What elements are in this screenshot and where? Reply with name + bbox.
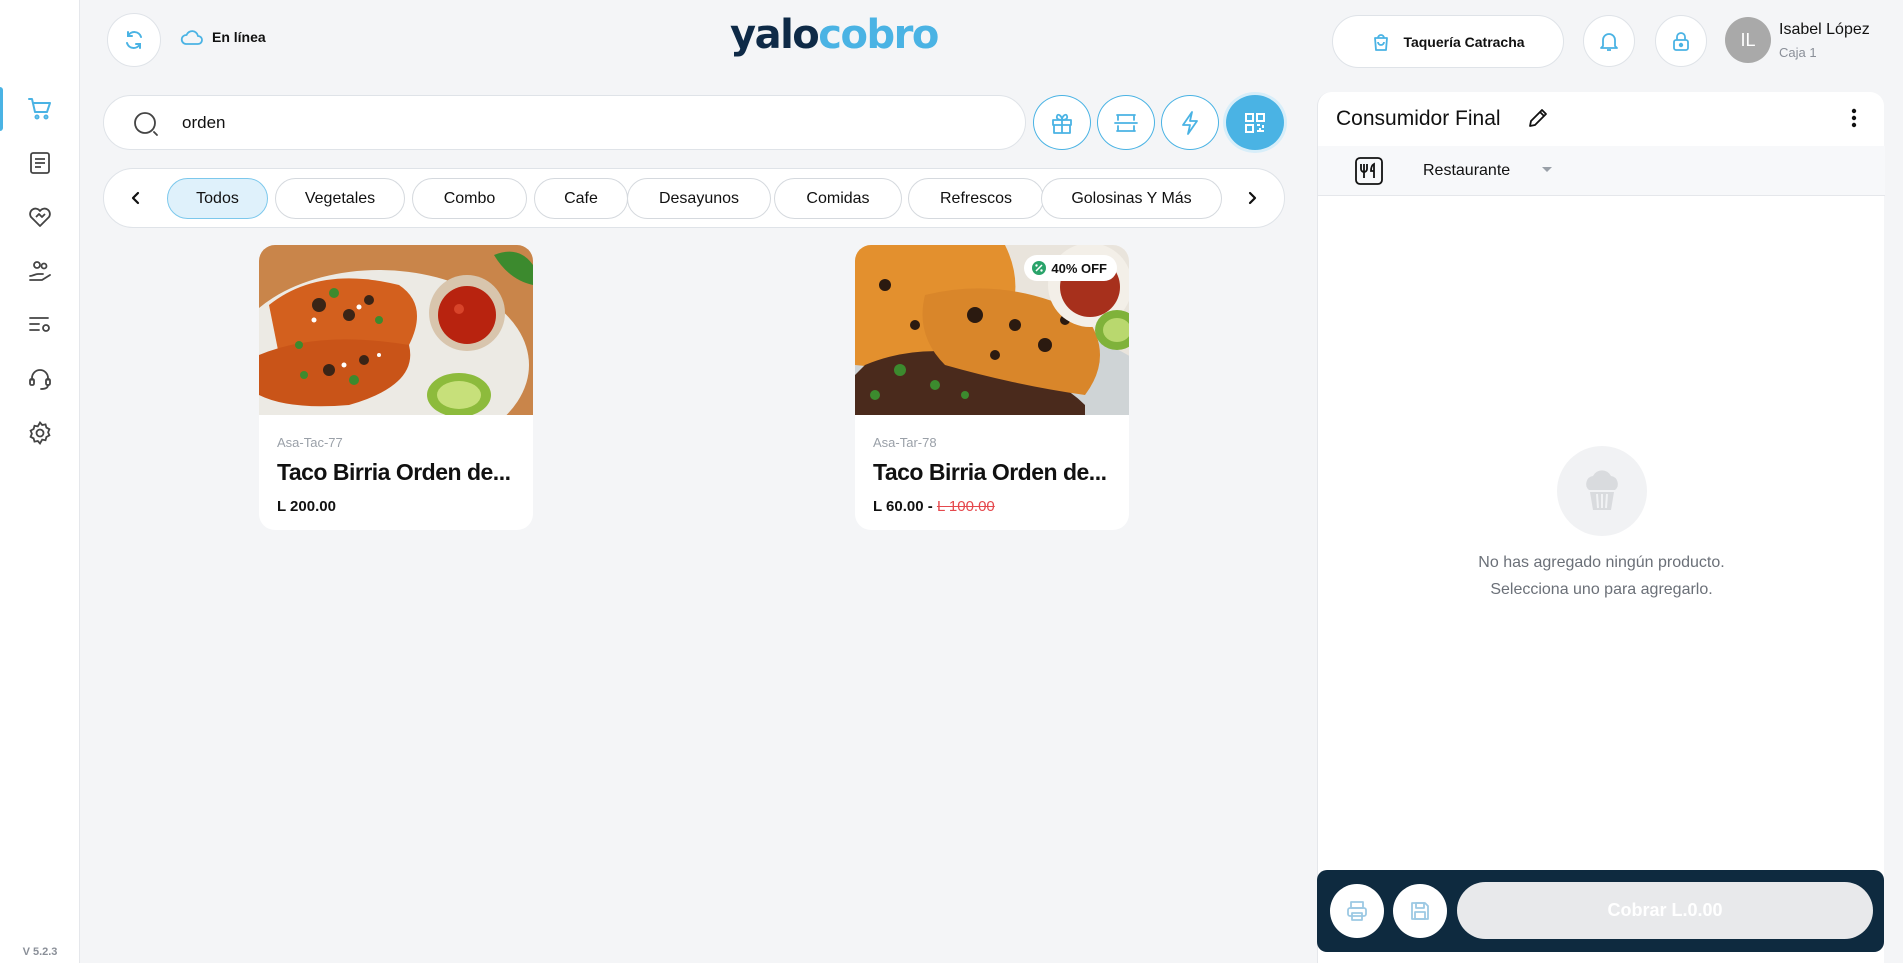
product-name: Taco Birria Orden de... <box>873 459 1107 485</box>
categories-prev-button[interactable] <box>119 181 153 215</box>
sidebar: V 5.2.3 <box>0 0 80 963</box>
product-card[interactable]: 40% OFF Asa-Tar-78 Taco Birria Orden de.… <box>855 245 1129 530</box>
order-panel: Consumidor Final Restaurante No has agre… <box>1317 92 1885 963</box>
customer-name: Consumidor Final <box>1336 107 1501 130</box>
sidebar-item-customers[interactable] <box>0 249 80 293</box>
product-name: Taco Birria Orden de... <box>277 459 511 485</box>
categories-next-button[interactable] <box>1235 181 1269 215</box>
cupcake-icon <box>1586 470 1618 510</box>
grid-view-button[interactable] <box>1226 95 1284 150</box>
product-image: 40% OFF <box>855 245 1129 415</box>
percent-icon <box>1032 261 1047 275</box>
sidebar-item-cart[interactable] <box>0 87 80 131</box>
checkout-footer: Cobrar L.0.00 <box>1317 870 1884 952</box>
sidebar-item-loyalty[interactable] <box>0 195 80 239</box>
loyalty-heart-icon <box>29 207 51 227</box>
notifications-button[interactable] <box>1583 15 1635 67</box>
connection-status: En línea <box>180 28 266 46</box>
gift-icon <box>1052 113 1072 134</box>
chevron-right-icon <box>1248 191 1257 205</box>
lock-icon <box>1673 32 1689 51</box>
product-price: L 60.00 - L 100.00 <box>873 498 995 515</box>
order-type-label: Restaurante <box>1423 162 1511 179</box>
category-chip-combo[interactable]: Combo <box>412 178 527 219</box>
product-old-price: L 100.00 <box>936 498 995 515</box>
product-image <box>259 245 533 415</box>
store-selector-button[interactable]: Taquería Catracha <box>1332 15 1564 68</box>
sync-icon <box>126 31 142 49</box>
version-label: V 5.2.3 <box>22 946 58 958</box>
chevron-left-icon <box>131 191 140 205</box>
store-name: Taquería Catracha <box>1403 33 1525 50</box>
product-price: L 200.00 <box>277 498 336 515</box>
quick-action-button[interactable] <box>1161 95 1219 150</box>
status-text: En línea <box>212 29 266 45</box>
category-chip-vegetales[interactable]: Vegetales <box>275 178 405 219</box>
search-icon <box>134 112 158 136</box>
barcode-scan-icon <box>1114 113 1138 132</box>
more-options-button[interactable] <box>1848 106 1860 135</box>
category-bar: Todos Vegetales Combo Cafe Desayunos Com… <box>103 168 1285 228</box>
settings-list-icon <box>29 317 50 332</box>
product-card[interactable]: Asa-Tac-77 Taco Birria Orden de... L 200… <box>259 245 533 530</box>
sync-button[interactable] <box>107 13 161 67</box>
bell-icon <box>1600 33 1618 51</box>
store-bag-icon <box>1374 33 1389 51</box>
lightning-icon <box>1182 110 1198 135</box>
printer-icon <box>1347 901 1367 921</box>
sidebar-item-settings[interactable] <box>0 411 80 455</box>
cloud-icon <box>180 30 203 45</box>
save-order-button[interactable] <box>1393 884 1447 938</box>
empty-cart-icon <box>1557 446 1647 536</box>
discount-badge: 40% OFF <box>1024 255 1117 281</box>
restaurant-icon <box>1355 157 1383 185</box>
category-chip-desayunos[interactable]: Desayunos <box>627 178 771 219</box>
support-headset-icon <box>29 369 51 390</box>
product-sku: Asa-Tac-77 <box>277 435 343 450</box>
user-register: Caja 1 <box>1779 45 1817 60</box>
edit-customer-button[interactable] <box>1526 106 1550 135</box>
empty-message-line1: No has agregado ningún producto. <box>1478 554 1725 571</box>
sidebar-item-orders[interactable] <box>0 141 80 185</box>
save-icon <box>1411 902 1429 920</box>
product-sku: Asa-Tar-78 <box>873 435 937 450</box>
barcode-scan-button[interactable] <box>1097 95 1155 150</box>
caret-down-icon <box>1542 167 1552 172</box>
category-chip-golosinas[interactable]: Golosinas Y Más <box>1041 178 1222 219</box>
gift-card-button[interactable] <box>1033 95 1091 150</box>
orders-icon <box>30 152 50 174</box>
category-chip-comidas[interactable]: Comidas <box>774 178 902 219</box>
pencil-icon <box>1529 109 1547 127</box>
category-chip-todos[interactable]: Todos <box>167 178 268 219</box>
empty-message-line2: Selecciona uno para agregarlo. <box>1490 581 1713 598</box>
category-chip-refrescos[interactable]: Refrescos <box>908 178 1044 219</box>
sidebar-item-support[interactable] <box>0 357 80 401</box>
customers-icon <box>29 261 51 281</box>
search-bar <box>103 95 1026 150</box>
charge-button[interactable]: Cobrar L.0.00 <box>1457 882 1873 939</box>
order-type-selector[interactable]: Restaurante <box>1318 146 1885 196</box>
avatar[interactable]: IL <box>1725 17 1771 63</box>
cart-icon <box>28 98 51 120</box>
print-button[interactable] <box>1330 884 1384 938</box>
user-name: Isabel López <box>1779 21 1870 38</box>
more-vertical-icon <box>1851 108 1857 128</box>
search-input[interactable] <box>182 108 1002 138</box>
app-logo: yalocobro <box>730 12 939 58</box>
grid-view-icon <box>1245 112 1265 133</box>
gear-icon <box>29 420 51 446</box>
lock-button[interactable] <box>1655 15 1707 67</box>
category-chip-cafe[interactable]: Cafe <box>534 178 628 219</box>
sidebar-item-settings-list[interactable] <box>0 303 80 347</box>
